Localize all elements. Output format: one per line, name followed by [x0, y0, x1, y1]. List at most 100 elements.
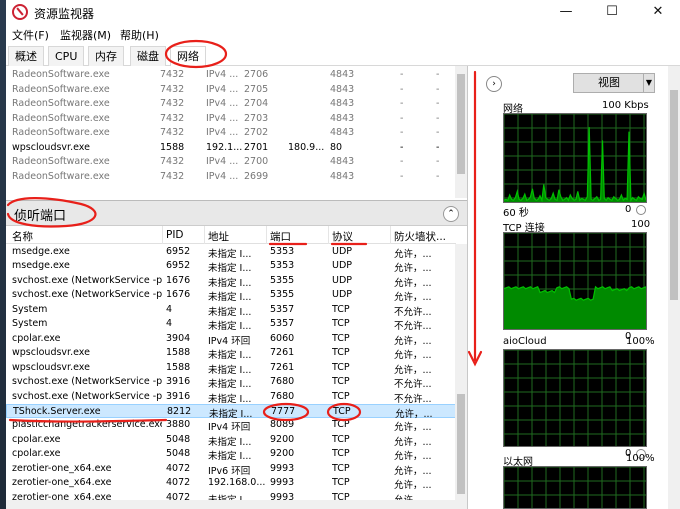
resource-monitor-window: 资源监视器 — ☐ ✕ 文件(F) 监视器(M) 帮助(H) 概述 CPU 内存… — [6, 0, 680, 509]
tcp-cell-6: - — [400, 170, 404, 182]
listening-port-row[interactable]: wpscloudsvr.exe 1588 未指定 I... 7261 TCP 允许，... — [6, 361, 456, 376]
tcp-connection-row[interactable]: RadeonSoftware.exe 7432 IPv4 ... 2706 4843 - - — [6, 68, 456, 83]
listening-cell-0: System — [12, 303, 48, 315]
listening-port-row[interactable]: cpolar.exe 5048 未指定 I... 9200 TCP 允许，... — [6, 433, 456, 448]
tcp-cell-1: 7432 — [160, 112, 185, 124]
tcp-connection-row[interactable]: RadeonSoftware.exe 7432 IPv4 ... 2704 4843 - - — [6, 97, 456, 112]
column-firewall[interactable]: 防火墙状... — [394, 229, 446, 244]
tab-memory[interactable]: 内存 — [88, 46, 124, 66]
listening-port-row[interactable]: svchost.exe (NetworkService -p) 1676 未指定 I… — [6, 274, 456, 289]
listening-cell-3: 7680 — [270, 376, 295, 388]
tcp-cell-3: 2702 — [244, 127, 269, 138]
listening-cell-2: 未指定 I... — [208, 306, 252, 318]
maximize-button[interactable]: ☐ — [592, 2, 632, 22]
listening-cell-5: 允许，... — [394, 364, 432, 376]
column-pid[interactable]: PID — [166, 229, 184, 241]
tcp-cell-3: 2705 — [244, 83, 269, 95]
listening-port-row[interactable]: msedge.exe 6952 未指定 I... 5353 UDP 允许，... — [6, 259, 456, 274]
minimize-button[interactable]: — — [546, 2, 586, 22]
collapse-icon[interactable]: ⌃ — [443, 206, 459, 222]
listening-port-row[interactable]: svchost.exe (NetworkService -p) 3916 未指定 I… — [6, 375, 456, 390]
listening-horizontal-scrollbar[interactable] — [6, 500, 456, 509]
listening-cell-0: zerotier-one_x64.exe — [12, 462, 112, 474]
listening-cell-0: wpscloudsvr.exe — [12, 347, 90, 359]
listening-cell-5: 允许，... — [394, 350, 432, 362]
tcp-cell-3: 2700 — [244, 156, 269, 167]
listening-port-row[interactable]: msedge.exe 6952 未指定 I... 5353 UDP 允许，... — [6, 245, 456, 260]
listening-cell-0: msedge.exe — [12, 246, 70, 257]
listening-cell-3: 6060 — [270, 332, 295, 344]
listening-port-row[interactable]: zerotier-one_x64.exe 4072 IPv6 环回 9993 TCP 允许… — [6, 462, 456, 477]
listening-port-row[interactable]: wpscloudsvr.exe 1588 未指定 I... 7261 TCP 允许，... — [6, 346, 456, 361]
title-bar: 资源监视器 — ☐ ✕ — [6, 0, 680, 24]
tcp-connection-row[interactable]: wpscloudsvr.exe 1588 192.1... 2701 180.9... 8… — [6, 141, 456, 156]
tcp-cell-0: RadeonSoftware.exe — [12, 83, 110, 95]
close-button[interactable]: ✕ — [638, 2, 678, 22]
view-dropdown-arrow[interactable]: ▼ — [643, 73, 655, 93]
tcp-connection-row[interactable]: RadeonSoftware.exe 7432 IPv4 ... 2703 4843 - - — [6, 112, 456, 127]
tcp-cell-2: IPv4 ... — [206, 69, 239, 80]
tcp-connection-row[interactable]: RadeonSoftware.exe 7432 IPv4 ... 2699 4843 - - — [6, 170, 456, 185]
listening-cell-0: svchost.exe (NetworkService -p) — [12, 289, 162, 301]
listening-cell-1: 6952 — [166, 246, 191, 257]
menu-monitor[interactable]: 监视器(M) — [60, 27, 111, 43]
listening-port-row[interactable]: cpolar.exe 3904 IPv4 环回 6060 TCP 允许，... — [6, 332, 456, 347]
column-protocol[interactable]: 协议 — [332, 229, 353, 244]
listening-port-row[interactable]: System 4 未指定 I... 5357 TCP 不允许... — [6, 303, 456, 318]
listening-ports-header[interactable]: 侦听端口 ⌃ — [6, 200, 467, 226]
column-name[interactable]: 名称 — [12, 229, 33, 244]
listening-cell-5: 允许，... — [394, 480, 432, 492]
listening-port-row[interactable]: cpolar.exe 5048 未指定 I... 9200 TCP 允许，... — [6, 447, 456, 462]
listening-cell-5: 不允许... — [394, 379, 432, 391]
network-details-pane: RadeonSoftware.exe 7432 IPv4 ... 2706 4843 - -… — [6, 66, 468, 509]
tcp-cell-0: RadeonSoftware.exe — [12, 127, 110, 138]
aiocloud-graph-scale: 100% — [626, 336, 655, 347]
column-port[interactable]: 端口 — [270, 229, 291, 244]
listening-cell-3: 7680 — [270, 390, 295, 402]
listening-cell-3: 5357 — [270, 303, 295, 315]
tcp-connection-row[interactable]: RadeonSoftware.exe 7432 IPv4 ... 2702 4843 - - — [6, 126, 456, 141]
graph-close-icon[interactable] — [636, 205, 646, 215]
listening-cell-4: TCP — [332, 462, 350, 474]
listening-cell-5: 允许，... — [394, 335, 432, 347]
tcp-connection-row[interactable]: RadeonSoftware.exe 7432 IPv4 ... 2705 4843 - - — [6, 83, 456, 98]
listening-port-row[interactable]: zerotier-one_x64.exe 4072 192.168.0... 9993… — [6, 476, 456, 491]
graphs-scrollbar[interactable] — [668, 66, 680, 509]
listening-cell-5: 允许，... — [394, 436, 432, 448]
listening-cell-2: 未指定 I... — [208, 451, 252, 463]
tcp-connections-graph — [503, 232, 647, 330]
tab-cpu[interactable]: CPU — [48, 46, 85, 66]
column-address[interactable]: 地址 — [208, 229, 229, 244]
listening-port-row[interactable]: plasticchangetrackerservice.exe 3880 IPv4 … — [6, 418, 456, 433]
tcp-cell-2: IPv4 ... — [206, 98, 239, 109]
tcp-connection-row[interactable]: RadeonSoftware.exe 7432 IPv4 ... 2700 4843 - - — [6, 155, 456, 170]
listening-cell-3: 7261 — [270, 361, 295, 373]
tcp-cell-7: - — [436, 69, 440, 80]
tcp-cell-0: wpscloudsvr.exe — [12, 141, 90, 153]
expand-pane-icon[interactable]: › — [486, 76, 502, 92]
listening-cell-4: UDP — [332, 274, 352, 286]
tab-overview[interactable]: 概述 — [8, 46, 44, 66]
listening-cell-1: 1676 — [166, 289, 191, 301]
listening-port-row[interactable]: System 4 未指定 I... 5357 TCP 不允许... — [6, 317, 456, 332]
listening-cell-1: 4072 — [166, 477, 191, 489]
listening-list-scrollbar[interactable] — [455, 244, 467, 509]
listening-cell-3: 5353 — [270, 246, 295, 257]
window-title: 资源监视器 — [34, 7, 95, 21]
tcp-list-scrollbar[interactable] — [455, 66, 467, 198]
listening-cell-4: UDP — [332, 289, 352, 301]
listening-port-row[interactable]: svchost.exe (NetworkService -p) 3916 未指定 I… — [6, 390, 456, 405]
listening-cell-0: msedge.exe — [12, 260, 70, 272]
tcp-cell-6: - — [400, 98, 404, 109]
g-tcp-plot — [504, 233, 646, 329]
menu-help[interactable]: 帮助(H) — [120, 27, 159, 43]
listening-port-row[interactable]: svchost.exe (NetworkService -p) 1676 未指定 I… — [6, 288, 456, 303]
menu-file[interactable]: 文件(F) — [12, 27, 49, 43]
listening-cell-4: TCP — [332, 419, 350, 431]
selected-listening-row[interactable]: TShock.Server.exe 8212 未指定 I... 7777 TCP 允许，.… — [6, 403, 456, 420]
tab-network[interactable]: 网络 — [170, 46, 206, 67]
tab-disk[interactable]: 磁盘 — [130, 46, 166, 66]
listening-cell-1: 5048 — [166, 433, 191, 445]
view-button[interactable]: 视图 — [573, 73, 645, 93]
listening-cell-1: 4 — [166, 318, 173, 330]
